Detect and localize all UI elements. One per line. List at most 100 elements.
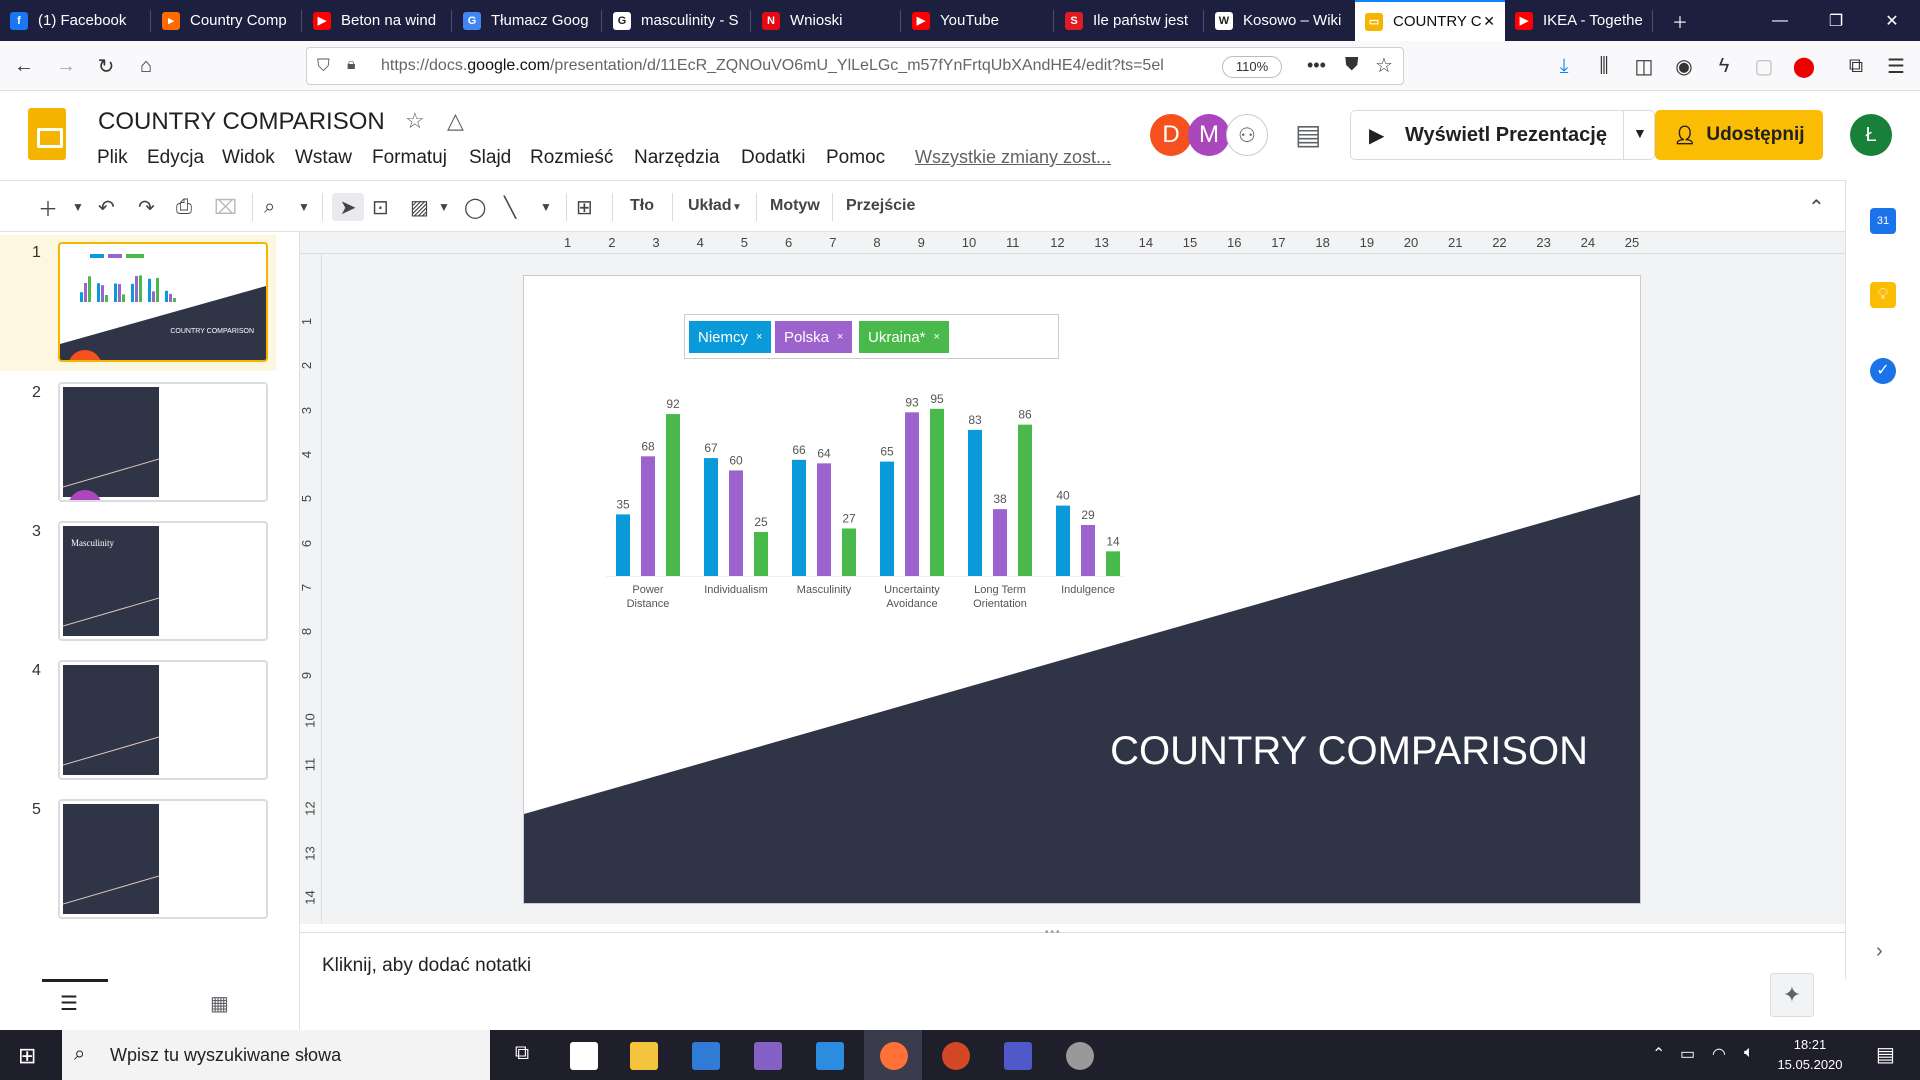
- background-button[interactable]: Tło: [630, 197, 654, 215]
- bar[interactable]: [968, 429, 982, 576]
- menu-edycja[interactable]: Edycja: [147, 147, 204, 169]
- browser-tab[interactable]: ▶ IKEA - Togethe: [1505, 0, 1652, 41]
- menu-pomoc[interactable]: Pomoc: [826, 147, 885, 169]
- collaborator-avatar[interactable]: D: [1150, 114, 1192, 156]
- menu-slajd[interactable]: Slajd: [469, 147, 511, 169]
- bookmark-star-icon[interactable]: ☆: [1375, 53, 1393, 78]
- zoom-level-indicator[interactable]: 110%: [1222, 56, 1282, 78]
- download-icon[interactable]: ⤓: [1548, 50, 1580, 82]
- chevron-down-icon[interactable]: ▼: [72, 193, 84, 221]
- slide-thumbnail[interactable]: [58, 382, 268, 502]
- browser-tab[interactable]: S Ile państw jest: [1055, 0, 1203, 41]
- bar[interactable]: [666, 414, 680, 576]
- restore-button[interactable]: ❐: [1808, 0, 1864, 41]
- adblock-icon[interactable]: ⬤: [1788, 50, 1820, 82]
- google-slides-logo-icon[interactable]: [28, 108, 66, 160]
- sidebar-icon[interactable]: ◫: [1628, 50, 1660, 82]
- browser-tab[interactable]: ▸ Country Comp: [152, 0, 301, 41]
- expand-side-panel-icon[interactable]: ›: [1876, 940, 1883, 963]
- layout-button[interactable]: Układ: [688, 197, 732, 215]
- account-icon[interactable]: ◉: [1668, 50, 1700, 82]
- powerpoint-icon[interactable]: [942, 1042, 970, 1070]
- visual-studio-icon[interactable]: [754, 1042, 782, 1070]
- battery-icon[interactable]: ▭: [1680, 1044, 1695, 1064]
- home-icon[interactable]: ⌂: [130, 50, 162, 82]
- browser-tab[interactable]: N Wnioski: [752, 0, 900, 41]
- user-avatar[interactable]: Ł: [1850, 114, 1892, 156]
- bar[interactable]: [842, 528, 856, 576]
- notes-placeholder[interactable]: Kliknij, aby dodać notatki: [322, 955, 531, 977]
- grid-view-icon[interactable]: ▦: [210, 991, 229, 1016]
- vscode-icon[interactable]: [816, 1042, 844, 1070]
- bar[interactable]: [1018, 424, 1032, 576]
- menu-formatuj[interactable]: Formatuj: [372, 147, 447, 169]
- bar[interactable]: [1056, 505, 1070, 576]
- explore-icon[interactable]: ✦: [1770, 973, 1814, 1017]
- bar[interactable]: [993, 509, 1007, 576]
- save-status-link[interactable]: Wszystkie zmiany zost...: [915, 147, 1111, 168]
- browser-tab[interactable]: G Tłumacz Goog: [453, 0, 601, 41]
- extensions-menu-icon[interactable]: ⧉: [1840, 50, 1872, 82]
- page-actions-icon[interactable]: •••: [1307, 55, 1326, 76]
- document-title[interactable]: COUNTRY COMPARISON: [98, 108, 385, 136]
- theme-button[interactable]: Motyw: [770, 197, 820, 215]
- menu-wstaw[interactable]: Wstaw: [295, 147, 352, 169]
- flash-icon[interactable]: ϟ: [1708, 50, 1740, 82]
- tray-chevron-up-icon[interactable]: ⌃: [1652, 1044, 1665, 1064]
- star-icon[interactable]: ☆: [405, 108, 425, 134]
- tasks-icon[interactable]: ✓: [1870, 358, 1896, 384]
- menu-rozmieść[interactable]: Rozmieść: [530, 147, 613, 169]
- menu-widok[interactable]: Widok: [222, 147, 275, 169]
- reload-icon[interactable]: ↻: [90, 50, 122, 82]
- calendar-icon[interactable]: 31: [1870, 208, 1896, 234]
- bar[interactable]: [704, 458, 718, 576]
- firefox-icon[interactable]: [880, 1042, 908, 1070]
- back-icon[interactable]: ←: [8, 50, 40, 82]
- menu-plik[interactable]: Plik: [97, 147, 128, 169]
- new-tab-button[interactable]: ＋: [1652, 0, 1708, 41]
- volume-icon[interactable]: 🔈︎: [1744, 1044, 1754, 1062]
- bar[interactable]: [1106, 551, 1120, 576]
- slide-canvas[interactable]: Niemcy × Polska × Ukraina* × 35 68 92 Power Dista…: [523, 275, 1641, 904]
- browser-tab[interactable]: W Kosowo – Wiki: [1205, 0, 1353, 41]
- bar[interactable]: [930, 408, 944, 576]
- windows-start-icon[interactable]: ⊞: [18, 1043, 36, 1069]
- bar[interactable]: [1081, 524, 1095, 576]
- browser-tab[interactable]: f (1) Facebook: [0, 0, 150, 41]
- slide-thumbnail[interactable]: [58, 799, 268, 919]
- transition-button[interactable]: Przejście: [846, 197, 915, 215]
- collapse-toolbar-icon[interactable]: ⌃: [1808, 193, 1825, 221]
- bar-chart[interactable]: 35 68 92 Power Distance 67 60 25 Individualism 66…: [524, 276, 1641, 904]
- resize-handle[interactable]: •••: [1045, 927, 1062, 938]
- slide-thumbnail[interactable]: [58, 660, 268, 780]
- new-slide-icon[interactable]: ＋: [38, 193, 58, 221]
- file-explorer-icon[interactable]: [630, 1042, 658, 1070]
- wifi-icon[interactable]: ◠: [1712, 1044, 1726, 1064]
- text-box-icon[interactable]: ⊡: [372, 193, 389, 221]
- slide-thumbnail[interactable]: COUNTRY COMPARISON: [58, 242, 268, 362]
- bar[interactable]: [754, 532, 768, 576]
- more-collaborators-icon[interactable]: ⚇: [1226, 114, 1268, 156]
- task-view-icon[interactable]: ⧉: [508, 1042, 536, 1070]
- close-window-button[interactable]: ✕: [1864, 0, 1920, 41]
- select-tool-icon[interactable]: ➤: [332, 193, 364, 221]
- bar[interactable]: [729, 470, 743, 576]
- chevron-down-icon[interactable]: ▼: [540, 193, 552, 221]
- shape-icon[interactable]: ◯: [464, 193, 486, 221]
- image-icon[interactable]: ▨: [410, 193, 429, 221]
- paint-format-icon[interactable]: ⌧: [214, 193, 237, 221]
- lock-icon[interactable]: 🔒︎: [347, 56, 356, 74]
- bar[interactable]: [792, 459, 806, 576]
- forward-icon[interactable]: →: [50, 50, 82, 82]
- print-icon[interactable]: ⎙: [176, 193, 192, 221]
- bar[interactable]: [616, 514, 630, 576]
- browser-tab[interactable]: ▶ YouTube: [902, 0, 1053, 41]
- menu-narzędzia[interactable]: Narzędzia: [634, 147, 720, 169]
- taskbar-clock[interactable]: 18:21 15.05.2020: [1770, 1035, 1850, 1075]
- undo-icon[interactable]: ↶: [98, 193, 115, 221]
- present-button[interactable]: ▶︎ Wyświetl Prezentację ▼: [1350, 110, 1655, 160]
- filmstrip-view-icon[interactable]: ☰: [60, 991, 78, 1016]
- teams-icon[interactable]: [1004, 1042, 1032, 1070]
- bar[interactable]: [880, 461, 894, 576]
- browser-tab[interactable]: ▶ Beton na wind: [303, 0, 451, 41]
